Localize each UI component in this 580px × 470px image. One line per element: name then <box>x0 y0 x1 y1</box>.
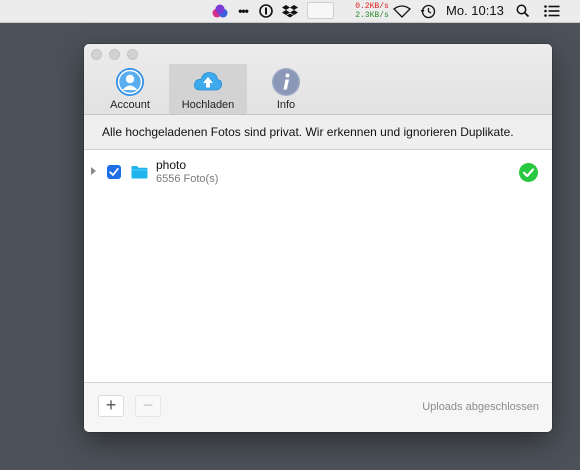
privacy-notice: Alle hochgeladenen Fotos sind privat. Wi… <box>84 115 552 150</box>
folder-list: photo 6556 Foto(s) <box>84 150 552 383</box>
tab-info-label: Info <box>276 99 296 111</box>
more-dots-icon[interactable]: ••• <box>232 0 254 22</box>
folder-photo-count: 6556 Foto(s) <box>156 173 219 185</box>
time-machine-icon[interactable] <box>418 0 438 22</box>
remove-folder-button[interactable]: − <box>135 395 161 417</box>
menu-bar: ••• 0.2KB/s 2.3KB/s Mo. 10:13 <box>0 0 580 23</box>
tab-hochladen-label: Hochladen <box>181 99 235 111</box>
list-item[interactable]: photo 6556 Foto(s) <box>84 154 552 188</box>
menu-bar-clock[interactable]: Mo. 10:13 <box>446 0 504 22</box>
zoom-window-button[interactable] <box>127 49 138 60</box>
spotlight-icon[interactable] <box>514 0 532 22</box>
network-speed-monitor[interactable]: 0.2KB/s 2.3KB/s <box>352 2 392 20</box>
tab-hochladen[interactable]: Hochladen <box>169 64 247 114</box>
onepassword-icon[interactable] <box>258 0 274 22</box>
tab-account[interactable]: Account <box>91 64 169 114</box>
tab-account-label: Account <box>110 99 150 111</box>
checkmark-icon <box>109 168 119 176</box>
uploader-window: Account Hochladen Info Alle hochgeladene… <box>84 44 552 432</box>
add-folder-button[interactable]: + <box>98 395 124 417</box>
tab-info[interactable]: Info <box>247 64 325 114</box>
upload-cloud-icon <box>194 72 223 91</box>
dropbox-icon[interactable] <box>281 0 299 22</box>
notification-center-icon[interactable] <box>542 0 562 22</box>
folder-checkbox[interactable] <box>107 165 121 179</box>
window-footer: + − Uploads abgeschlossen <box>84 383 552 432</box>
blank-status-item[interactable] <box>307 2 334 19</box>
upload-complete-icon <box>519 163 538 182</box>
upload-status-text: Uploads abgeschlossen <box>422 401 539 413</box>
upload-rate: 0.2KB/s <box>355 2 389 11</box>
minimize-window-button[interactable] <box>109 49 120 60</box>
creative-cloud-icon[interactable] <box>210 0 230 22</box>
info-icon <box>272 68 300 96</box>
wifi-icon[interactable] <box>392 0 412 22</box>
close-window-button[interactable] <box>91 49 102 60</box>
folder-icon <box>131 166 148 179</box>
window-toolbar: Account Hochladen Info <box>84 44 552 115</box>
account-icon <box>116 68 144 96</box>
download-rate: 2.3KB/s <box>355 11 389 20</box>
folder-name: photo <box>156 158 187 172</box>
disclosure-triangle-icon[interactable] <box>91 167 96 175</box>
